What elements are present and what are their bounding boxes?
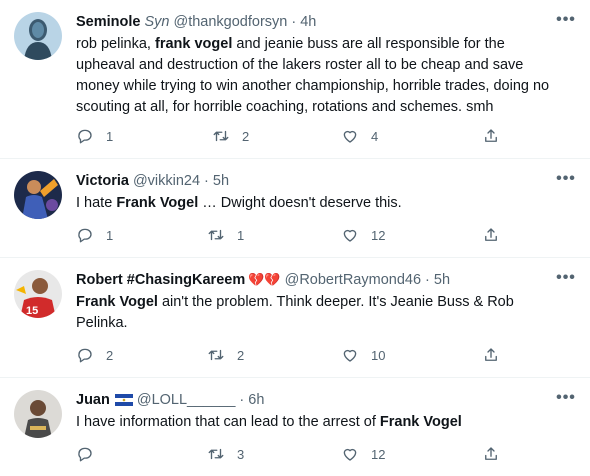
timestamp[interactable]: 4h [300,14,316,30]
tweet-text: I hate Frank Vogel … Dwight doesn't dese… [76,193,566,214]
display-name[interactable]: Juan [76,392,110,408]
el-salvador-flag-icon [114,394,133,406]
reply-count: 1 [106,227,114,243]
like-count: 12 [371,446,386,462]
tweet-text-part: I have information that can lead to the … [76,414,380,430]
tweet-text-part: rob pelinka, [76,36,155,52]
share-button[interactable] [482,127,500,145]
avatar[interactable] [14,12,62,60]
handle[interactable]: @vikkin24 [133,173,200,189]
timestamp[interactable]: 6h [248,392,264,408]
like-button[interactable]: 4 [341,127,378,145]
share-button[interactable] [482,346,500,364]
like-button[interactable]: 12 [341,226,385,244]
tweet[interactable]: Juan 🇸🇻 @LOLL______ · 6h ••• I have info… [0,378,590,476]
retweet-button[interactable]: 1 [207,226,244,244]
svg-text:15: 15 [26,305,38,317]
tweet-header: Victoria @vikkin24 · 5h [76,171,550,191]
reply-button[interactable]: 2 [76,346,113,364]
handle[interactable]: @thankgodforsyn [173,14,287,30]
retweet-count: 2 [242,128,250,144]
separator-dot: · [291,14,297,30]
more-dots-icon[interactable]: ••• [556,171,576,192]
heart-icon [343,448,357,461]
avatar[interactable]: 15 [14,270,62,318]
share-icon [485,348,497,361]
tweet-text-highlight: frank vogel [155,36,233,52]
tweet-text-part: I hate [76,195,117,211]
share-icon [485,129,497,142]
reply-button[interactable]: 1 [76,127,113,145]
tweet-text: Frank Vogel ain't the problem. Think dee… [76,292,566,334]
avatar[interactable] [14,171,62,219]
reply-icon [78,447,92,462]
reply-count: 1 [106,128,114,144]
share-icon [485,228,497,241]
tweet-actions: 2 2 10 [76,346,506,366]
reply-button[interactable]: 1 [76,226,113,244]
more-dots-icon[interactable]: ••• [556,390,576,411]
retweet-icon [208,229,224,241]
retweet-button[interactable]: 2 [212,127,249,145]
more-dots-icon[interactable]: ••• [556,270,576,291]
timestamp[interactable]: 5h [434,272,450,288]
handle[interactable]: @RobertRaymond46 [285,272,421,288]
reply-icon [78,228,92,243]
timestamp[interactable]: 5h [213,173,229,189]
heart-icon [343,229,357,242]
retweet-button[interactable]: 3 [207,445,244,463]
display-name[interactable]: Seminole [76,14,140,30]
retweet-count: 1 [237,227,245,243]
reply-icon [78,348,92,363]
tweet-actions: 3 12 [76,445,506,465]
separator-dot: · [239,392,245,408]
tweet-actions: 1 1 12 [76,226,506,246]
share-button[interactable] [482,445,500,463]
more-dots-icon[interactable]: ••• [556,12,576,33]
separator-dot: · [425,272,430,288]
tweet[interactable]: 15 Robert #ChasingKareem 💔💔 @RobertRaymo… [0,258,590,378]
display-name[interactable]: Robert #ChasingKareem [76,272,245,288]
avatar[interactable] [14,390,62,438]
retweet-icon [213,130,229,142]
share-icon [485,447,497,460]
tweet-header: Robert #ChasingKareem 💔💔 @RobertRaymond4… [76,270,550,290]
display-name-extra: Syn [144,14,170,30]
tweet-header: Juan 🇸🇻 @LOLL______ · 6h [76,390,550,410]
tweet[interactable]: Seminole Syn @thankgodforsyn · 4h ••• ro… [0,0,590,159]
retweet-icon [208,448,224,460]
tweet-text-part: … Dwight doesn't deserve this. [198,195,402,211]
retweet-count: 2 [237,347,245,363]
reply-count: 2 [106,347,114,363]
share-button[interactable] [482,226,500,244]
retweet-count: 3 [237,446,245,462]
broken-heart-emoji: 💔💔 [248,272,281,287]
heart-icon [343,130,357,143]
tweet-text-highlight: Frank Vogel [379,414,462,430]
tweet-header: Seminole Syn @thankgodforsyn · 4h [76,12,550,32]
heart-icon [343,349,357,362]
like-button[interactable]: 12 [341,445,385,463]
retweet-button[interactable]: 2 [207,346,244,364]
like-count: 10 [371,347,386,363]
tweet-text-highlight: Frank Vogel [116,195,199,211]
like-count: 4 [371,128,379,144]
tweet[interactable]: Victoria @vikkin24 · 5h ••• I hate Frank… [0,159,590,258]
tweet-text: rob pelinka, frank vogel and jeanie buss… [76,34,566,118]
retweet-icon [208,349,224,361]
separator-dot: · [204,173,209,189]
tweet-actions: 1 2 4 [76,127,506,147]
handle[interactable]: @LOLL______ [137,392,236,408]
like-button[interactable]: 10 [341,346,385,364]
tweet-text: I have information that can lead to the … [76,412,566,433]
like-count: 12 [371,227,386,243]
tweet-text-highlight: Frank Vogel [76,294,158,310]
display-name[interactable]: Victoria [76,173,129,189]
reply-button[interactable] [76,445,106,463]
reply-icon [78,129,92,144]
